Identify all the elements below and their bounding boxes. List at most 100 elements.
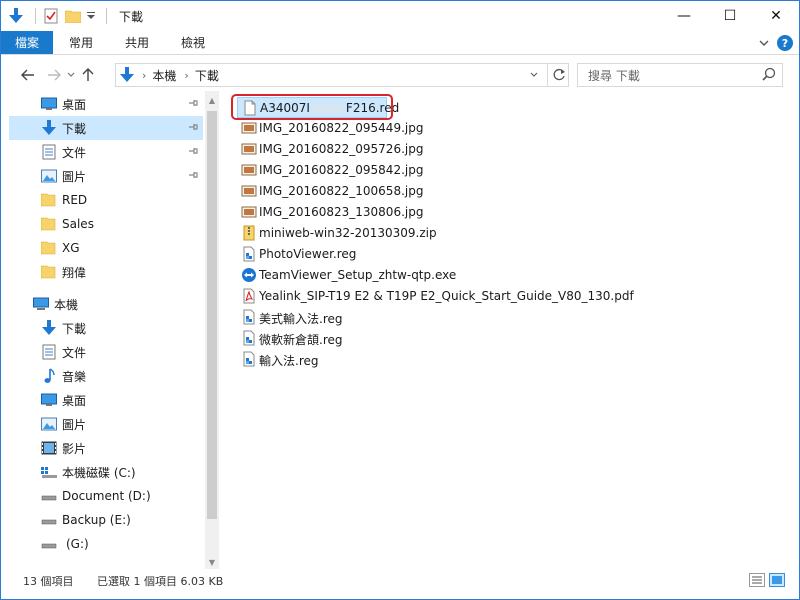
file-item-reg[interactable]: 輸入法.reg [237, 349, 377, 370]
download-arrow-icon [7, 7, 25, 25]
sidebar-item-label: Sales [62, 217, 94, 231]
back-button[interactable] [17, 64, 39, 86]
file-list: A34007I F216.red IMG_20160822_095449.jpg … [237, 95, 777, 565]
tab-view[interactable]: 檢視 [165, 31, 221, 54]
minimize-button[interactable]: — [661, 1, 707, 31]
title-bar: 下載 — ☐ ✕ [1, 1, 799, 31]
file-item-jpg[interactable]: IMG_20160822_095449.jpg [237, 118, 423, 139]
ribbon-right: ? [759, 31, 793, 55]
pin-icon [189, 148, 198, 154]
tab-home[interactable]: 常用 [53, 31, 109, 54]
scroll-down-icon[interactable]: ▼ [205, 555, 219, 569]
file-item-jpg[interactable]: IMG_20160822_095726.jpg [237, 139, 423, 160]
desktop-icon [41, 96, 57, 112]
large-icons-view-icon[interactable] [769, 573, 785, 587]
file-item-exe[interactable]: TeamViewer_Setup_zhtw-qtp.exe [237, 265, 467, 286]
sidebar-item-label: RED [62, 193, 88, 207]
file-item-jpg[interactable]: IMG_20160823_130806.jpg [237, 202, 423, 223]
sidebar-item-label: 圖片 [62, 169, 87, 184]
file-item-jpg[interactable]: IMG_20160822_095842.jpg [237, 160, 423, 181]
close-button[interactable]: ✕ [753, 1, 799, 31]
address-dropdown-icon[interactable] [530, 70, 538, 81]
document-icon [41, 144, 57, 160]
expand-ribbon-icon[interactable] [759, 36, 769, 50]
file-name: IMG_20160822_095449.jpg [259, 121, 424, 135]
sidebar-item-pc-desktop[interactable]: 桌面 [9, 388, 203, 412]
status-bar: 13 個項目 已選取 1 個項目 6.03 KB [1, 571, 799, 591]
file-item-zip[interactable]: miniweb-win32-20130309.zip [237, 223, 457, 244]
file-item-reg[interactable]: PhotoViewer.reg [237, 244, 377, 265]
sidebar-item-desktop[interactable]: 桌面 [9, 92, 203, 116]
file-item-reg[interactable]: 微軟新倉頡.reg [237, 328, 377, 349]
window-title: 下載 [119, 9, 144, 24]
sidebar-item-drive-e[interactable]: Backup (E:) [9, 508, 203, 532]
recent-locations-button[interactable] [65, 64, 77, 86]
folder-icon [41, 264, 57, 280]
navigation-scrollbar[interactable]: ▲ ▼ [205, 91, 219, 569]
sidebar-item-pc-downloads[interactable]: 下載 [9, 316, 203, 340]
file-item-reg[interactable]: 美式輸入法.reg [237, 307, 377, 328]
tab-file[interactable]: 檔案 [1, 31, 54, 54]
customize-toolbar-icon[interactable] [86, 7, 96, 25]
sidebar-item-pc-music[interactable]: 音樂 [9, 364, 203, 388]
scrollbar-thumb[interactable] [207, 111, 217, 519]
sidebar-item-this-pc[interactable]: 本機 [9, 292, 203, 316]
new-folder-icon[interactable] [64, 7, 82, 25]
tab-share[interactable]: 共用 [109, 31, 165, 54]
forward-button[interactable] [43, 64, 65, 86]
sidebar-item-label: 文件 [62, 345, 87, 360]
image-file-icon [241, 122, 257, 134]
reg-file-icon [243, 330, 255, 346]
sidebar-item-pc-pictures[interactable]: 圖片 [9, 412, 203, 436]
sidebar-item-pictures[interactable]: 圖片 [9, 164, 203, 188]
file-item-jpg[interactable]: IMG_20160822_100658.jpg [237, 181, 423, 202]
image-file-icon [241, 143, 257, 155]
sidebar-item-drive-d[interactable]: Document (D:) [9, 484, 203, 508]
file-name: miniweb-win32-20130309.zip [259, 226, 437, 240]
sidebar-item-sales[interactable]: Sales [9, 212, 203, 236]
sidebar-item-red[interactable]: RED [9, 188, 203, 212]
computer-icon [33, 296, 49, 312]
file-item-pdf[interactable]: Yealink_SIP-T19 E2 & T19P E2_Quick_Start… [237, 286, 634, 307]
breadcrumb-downloads[interactable]: 下載 [195, 67, 219, 84]
breadcrumb-chevron-icon[interactable]: › [184, 69, 188, 82]
breadcrumb-chevron-icon[interactable]: › [142, 69, 146, 82]
breadcrumb-this-pc[interactable]: 本機 [152, 67, 176, 84]
up-button[interactable] [77, 64, 99, 86]
search-icon[interactable] [762, 67, 776, 84]
pictures-icon [41, 416, 57, 432]
search-box[interactable]: 搜尋 下載 [577, 63, 783, 87]
search-placeholder: 搜尋 下載 [588, 68, 640, 83]
document-icon [41, 344, 57, 360]
sidebar-item-documents[interactable]: 文件 [9, 140, 203, 164]
reg-file-icon [243, 309, 255, 325]
sidebar-item-pc-videos[interactable]: 影片 [9, 436, 203, 460]
sidebar-item-xg[interactable]: XG [9, 236, 203, 260]
teamviewer-icon [242, 268, 256, 282]
sidebar-item-pc-documents[interactable]: 文件 [9, 340, 203, 364]
toolbar-separator [106, 8, 107, 24]
system-drive-icon [41, 464, 57, 480]
download-icon [41, 120, 57, 136]
maximize-button[interactable]: ☐ [707, 1, 753, 31]
sidebar-item-label: 下載 [62, 121, 87, 136]
address-bar[interactable]: › 本機 › 下載 [115, 63, 569, 87]
file-name: IMG_20160822_095726.jpg [259, 142, 424, 156]
view-switcher [749, 573, 785, 587]
file-name: Yealink_SIP-T19 E2 & T19P E2_Quick_Start… [259, 289, 634, 303]
details-view-icon[interactable] [749, 573, 765, 587]
item-count: 13 個項目 [23, 575, 74, 588]
refresh-button[interactable] [547, 64, 569, 86]
help-icon[interactable]: ? [777, 35, 793, 51]
sidebar-item-label: Backup (E:) [62, 513, 131, 527]
sidebar-item-downloads[interactable]: 下載 [9, 116, 203, 140]
sidebar-item-drive-c[interactable]: 本機磁碟 (C:) [9, 460, 203, 484]
sidebar-item-label: 下載 [62, 321, 87, 336]
scroll-up-icon[interactable]: ▲ [205, 93, 219, 107]
sidebar-item-label: (G:) [66, 537, 89, 551]
properties-icon[interactable] [42, 7, 60, 25]
sidebar-item-label: 影片 [62, 441, 87, 456]
sidebar-item-drive-g[interactable]: (G:) [9, 532, 203, 556]
sidebar-item-xiangwei[interactable]: 翔偉 [9, 260, 203, 284]
file-name: IMG_20160823_130806.jpg [259, 205, 424, 219]
